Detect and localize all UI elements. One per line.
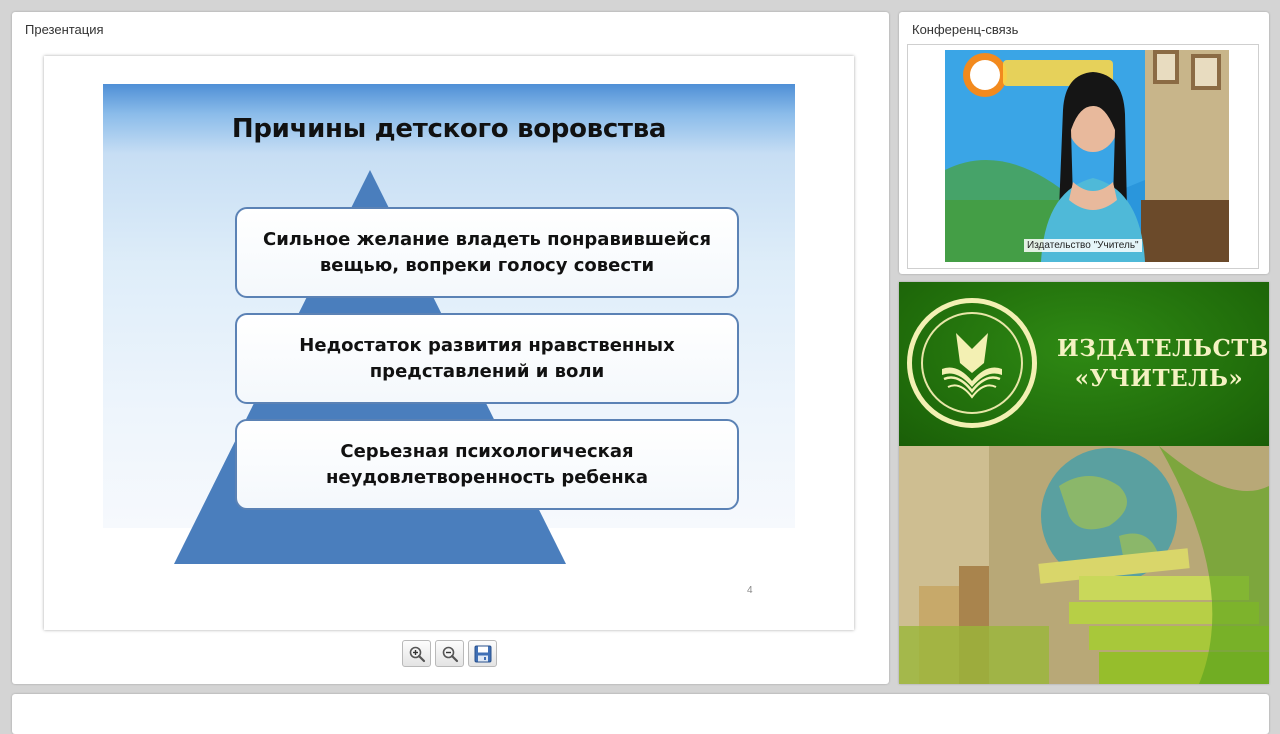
pyramid-box-1: Сильное желание владеть понравившейся ве… <box>235 207 739 298</box>
banner-header: ИЗДАТЕЛЬСТВО «УЧИТЕЛЬ» <box>899 282 1269 446</box>
save-button[interactable] <box>468 640 497 667</box>
pyramid-box-1-line2: вещью, вопреки голосу совести <box>319 254 655 276</box>
bottom-panel <box>12 694 1269 734</box>
video-stream[interactable]: Издательство "Учитель" <box>945 50 1229 262</box>
pyramid-box-3-line2: неудовлетворенность ребенка <box>325 466 648 488</box>
zoom-out-button[interactable] <box>435 640 464 667</box>
video-scene <box>945 50 1229 262</box>
books-globe-image <box>899 446 1269 684</box>
presentation-slide: Причины детского воровства Сильное желан… <box>44 56 854 630</box>
publisher-name: ИЗДАТЕЛЬСТВО «УЧИТЕЛЬ» <box>1057 334 1269 394</box>
publisher-logo-inner <box>921 312 1023 414</box>
presentation-panel-title: Презентация <box>25 22 104 37</box>
publisher-banner: ИЗДАТЕЛЬСТВО «УЧИТЕЛЬ» <box>899 282 1269 684</box>
books-globe-illustration <box>899 446 1269 684</box>
publisher-name-line1: ИЗДАТЕЛЬСТВО <box>1057 335 1269 362</box>
publisher-name-line2: «УЧИТЕЛЬ» <box>1074 365 1244 392</box>
pyramid-box-2: Недостаток развития нравственных предста… <box>235 313 739 404</box>
zoom-in-button[interactable] <box>402 640 431 667</box>
zoom-in-icon <box>409 646 425 662</box>
pyramid-box-2-line2: представлений и воли <box>369 360 605 382</box>
pyramid-box-3: Серьезная психологическая неудовлетворен… <box>235 419 739 510</box>
slide-page-number: 4 <box>747 585 753 596</box>
video-participant-label: Издательство "Учитель" <box>1024 239 1142 252</box>
pyramid-box-1-line1: Сильное желание владеть понравившейся <box>262 228 711 250</box>
zoom-out-icon <box>442 646 458 662</box>
pyramid-box-2-line1: Недостаток развития нравственных <box>299 334 675 356</box>
presentation-panel: Презентация Причины детского воровства С… <box>12 12 889 684</box>
publisher-logo <box>907 298 1037 428</box>
presentation-toolbar <box>402 640 497 670</box>
video-frame: Издательство "Учитель" <box>907 44 1259 269</box>
book-logo-icon <box>942 333 1002 399</box>
floppy-disk-icon <box>474 645 491 662</box>
conference-panel-title: Конференц-связь <box>912 22 1019 37</box>
slide-title: Причины детского воровства <box>231 114 667 144</box>
pyramid-box-3-line1: Серьезная психологическая <box>340 440 634 462</box>
conference-panel: Конференц-связь Издательство "Учитель" <box>899 12 1269 274</box>
